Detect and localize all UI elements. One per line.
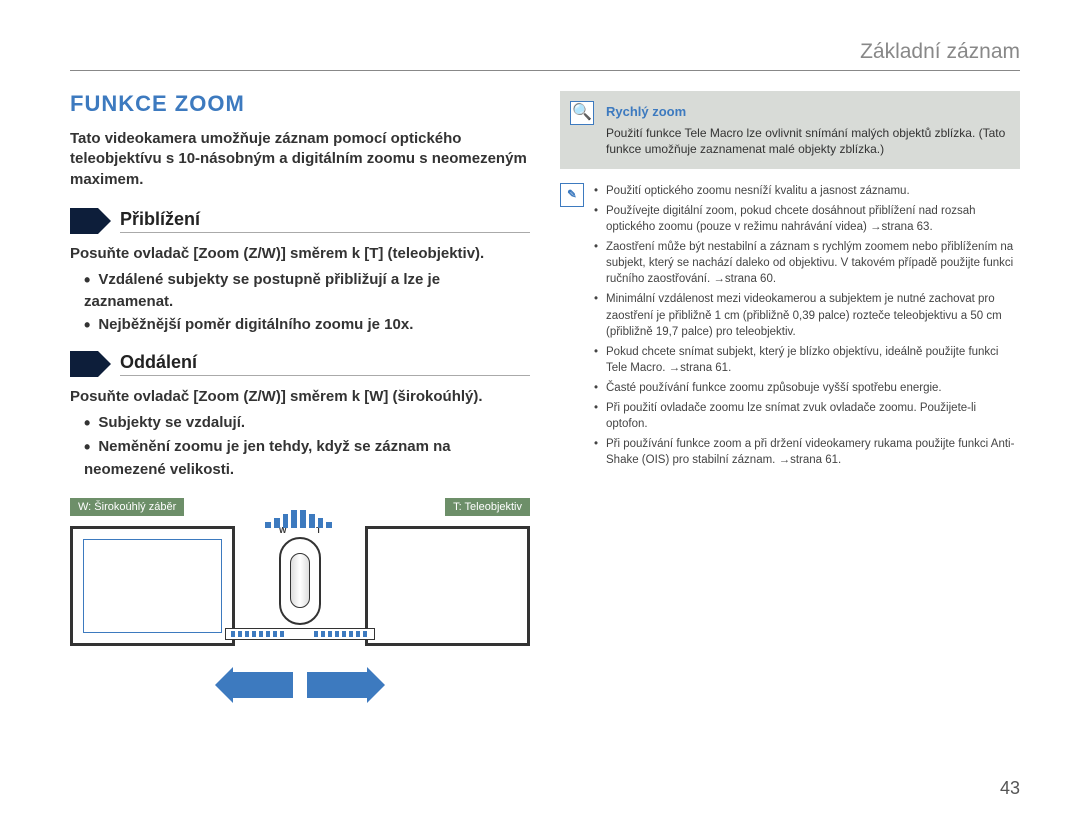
label-tele: T: Teleobjektiv xyxy=(445,498,530,516)
subhead-text-1: Přiblížení xyxy=(120,209,530,233)
zoom-diagram: W: Širokoúhlý záběr T: Teleobjektiv W T xyxy=(70,498,530,778)
tip: Použití optického zoomu nesníží kvalitu … xyxy=(594,183,1020,199)
bullet: Neměnění zoomu je jen tehdy, když se záz… xyxy=(84,435,530,480)
frame-tele xyxy=(365,526,530,646)
page-number: 43 xyxy=(1000,778,1020,799)
tip-list: Použití optického zoomu nesníží kvalitu … xyxy=(594,183,1020,473)
intro-text: Tato videokamera umožňuje záznam pomocí … xyxy=(70,129,530,190)
tip: Zaostření může být nestabilní a záznam s… xyxy=(594,239,1020,287)
section-title: FUNKCE ZOOM xyxy=(70,91,530,117)
zoom-lever xyxy=(279,537,321,625)
tip: Časté používání funkce zoomu způsobuje v… xyxy=(594,380,1020,396)
magnifier-icon: 🔍 xyxy=(570,101,594,125)
page-header: Základní záznam xyxy=(70,40,1020,71)
label-wide: W: Širokoúhlý záběr xyxy=(70,498,184,516)
sub1-text: Posuňte ovladač [Zoom (Z/W)] směrem k [T… xyxy=(70,244,530,264)
note-box: 🔍 Rychlý zoom Použití funkce Tele Macro … xyxy=(560,91,1020,169)
tip: Při používání funkce zoom a při držení v… xyxy=(594,436,1020,468)
arrow-up-icon xyxy=(265,508,335,528)
tip: Minimální vzdálenost mezi videokamerou a… xyxy=(594,291,1020,339)
zoom-lever-inner xyxy=(290,553,310,608)
tip: Při použití ovladače zoomu lze snímat zv… xyxy=(594,400,1020,432)
note-body: Použití funkce Tele Macro lze ovlivnit s… xyxy=(606,125,1006,157)
tip: Pokud chcete snímat subjekt, který je bl… xyxy=(594,344,1020,376)
inner-frame xyxy=(83,539,222,633)
header-title: Základní záznam xyxy=(860,40,1020,63)
sub2-bullets: Subjekty se vzdalují. Neměnění zoomu je … xyxy=(84,411,530,480)
tips-block: ✎ Použití optického zoomu nesníží kvalit… xyxy=(560,183,1020,473)
arrow-right-icon xyxy=(307,672,367,698)
zoom-base xyxy=(225,628,375,640)
sub2-text: Posuňte ovladač [Zoom (Z/W)] směrem k [W… xyxy=(70,387,530,407)
left-column: FUNKCE ZOOM Tato videokamera umožňuje zá… xyxy=(70,91,530,778)
subhead-zoom-out: Oddálení xyxy=(70,351,530,377)
sub1-bullets: Vzdálené subjekty se postupně přibližují… xyxy=(84,268,530,337)
arrow-horizontal xyxy=(233,672,367,698)
arrow-left-icon xyxy=(233,672,293,698)
tip: Používejte digitální zoom, pokud chcete … xyxy=(594,203,1020,235)
zoom-control: W T xyxy=(225,526,375,640)
bullet: Vzdálené subjekty se postupně přibližují… xyxy=(84,268,530,313)
subhead-text-2: Oddálení xyxy=(120,352,530,376)
right-column: 🔍 Rychlý zoom Použití funkce Tele Macro … xyxy=(560,91,1020,778)
note-info-icon: ✎ xyxy=(560,183,584,207)
frame-wide xyxy=(70,526,235,646)
bullet: Nejběžnější poměr digitálního zoomu je 1… xyxy=(84,313,530,337)
chevron-icon xyxy=(70,208,98,234)
bullet: Subjekty se vzdalují. xyxy=(84,411,530,435)
subhead-zoom-in: Přiblížení xyxy=(70,208,530,234)
chevron-icon xyxy=(70,351,98,377)
note-title: Rychlý zoom xyxy=(606,103,1006,121)
